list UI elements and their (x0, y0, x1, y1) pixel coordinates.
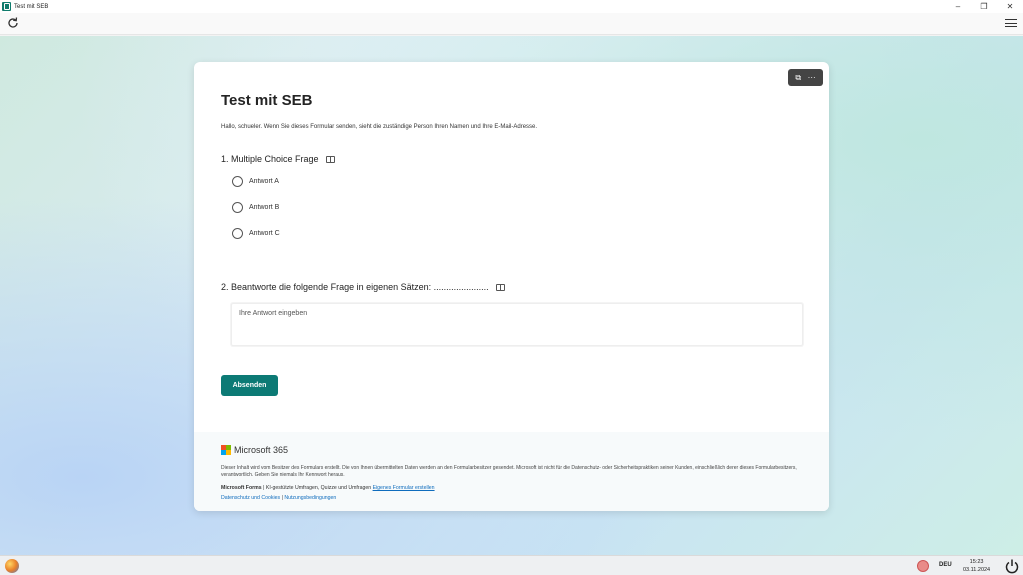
radio-button[interactable] (232, 228, 243, 239)
submit-button[interactable]: Absenden (221, 375, 278, 396)
microsoft-logo-icon (221, 445, 231, 455)
brand-name: Microsoft 365 (234, 445, 289, 455)
app-icon (2, 2, 11, 11)
option-label: Antwort B (249, 204, 280, 211)
footer-disclaimer: Dieser Inhalt wird vom Besitzer des Form… (221, 465, 797, 478)
question-2: 2. Beantworte die folgende Frage in eige… (221, 282, 505, 292)
reload-icon[interactable] (6, 16, 20, 30)
question-1-label: 1. Multiple Choice Frage (221, 154, 319, 164)
power-icon[interactable] (1004, 558, 1020, 574)
clock: 15:23 03.11.2024 (963, 558, 990, 574)
question-1: 1. Multiple Choice Frage (221, 154, 335, 164)
option-a[interactable]: Antwort A (232, 176, 279, 187)
form-actions: ⧉ ··· (788, 69, 823, 86)
question-2-label: 2. Beantworte die folgende Frage in eige… (221, 282, 489, 292)
radio-button[interactable] (232, 202, 243, 213)
clock-time: 15:23 (969, 559, 984, 565)
browser-toolbar (0, 13, 1023, 35)
reader-icon[interactable] (325, 155, 335, 163)
immersive-reader-icon[interactable]: ⧉ (795, 73, 801, 82)
hamburger-menu-icon[interactable] (1005, 17, 1017, 29)
reader-icon[interactable] (495, 283, 505, 291)
form-title: Test mit SEB (221, 92, 313, 109)
privacy-link[interactable]: Datenschutz und Cookies (221, 495, 280, 501)
form-description: Hallo, schueler. Wenn Sie dieses Formula… (221, 124, 538, 130)
answer-input[interactable]: Ihre Antwort eingeben (231, 303, 803, 346)
taskbar: DEU 15:23 03.11.2024 (0, 555, 1023, 575)
seb-start-icon[interactable] (5, 559, 19, 573)
option-label: Antwort C (249, 230, 280, 237)
forms-label: Microsoft Forms (221, 485, 262, 491)
forms-text: | KI-gestützte Umfragen, Quizze und Umfr… (261, 485, 373, 491)
form-footer: Microsoft 365 Dieser Inhalt wird vom Bes… (194, 432, 829, 511)
window-controls: – ❐ ✕ (945, 0, 1023, 13)
window-title: Test mit SEB (14, 3, 49, 10)
more-options-icon[interactable]: ··· (808, 73, 816, 82)
keyboard-language[interactable]: DEU (939, 562, 952, 568)
window-titlebar: Test mit SEB – ❐ ✕ (0, 0, 1023, 13)
footer-links: Datenschutz und Cookies | Nutzungsbeding… (221, 495, 336, 501)
radio-button[interactable] (232, 176, 243, 187)
footer-forms-line: Microsoft Forms | KI-gestützte Umfragen,… (221, 485, 435, 491)
microsoft-365-logo: Microsoft 365 (221, 445, 288, 455)
audio-muted-icon[interactable] (917, 560, 929, 572)
close-button[interactable]: ✕ (997, 0, 1023, 13)
create-form-link[interactable]: Eigenes Formular erstellen (373, 485, 435, 491)
form-card: ⧉ ··· Test mit SEB Hallo, schueler. Wenn… (194, 62, 829, 511)
restore-button[interactable]: ❐ (971, 0, 997, 13)
option-c[interactable]: Antwort C (232, 228, 280, 239)
minimize-button[interactable]: – (945, 0, 971, 13)
terms-link[interactable]: Nutzungsbedingungen (284, 495, 336, 501)
option-b[interactable]: Antwort B (232, 202, 279, 213)
option-label: Antwort A (249, 178, 279, 185)
clock-date: 03.11.2024 (963, 567, 991, 573)
